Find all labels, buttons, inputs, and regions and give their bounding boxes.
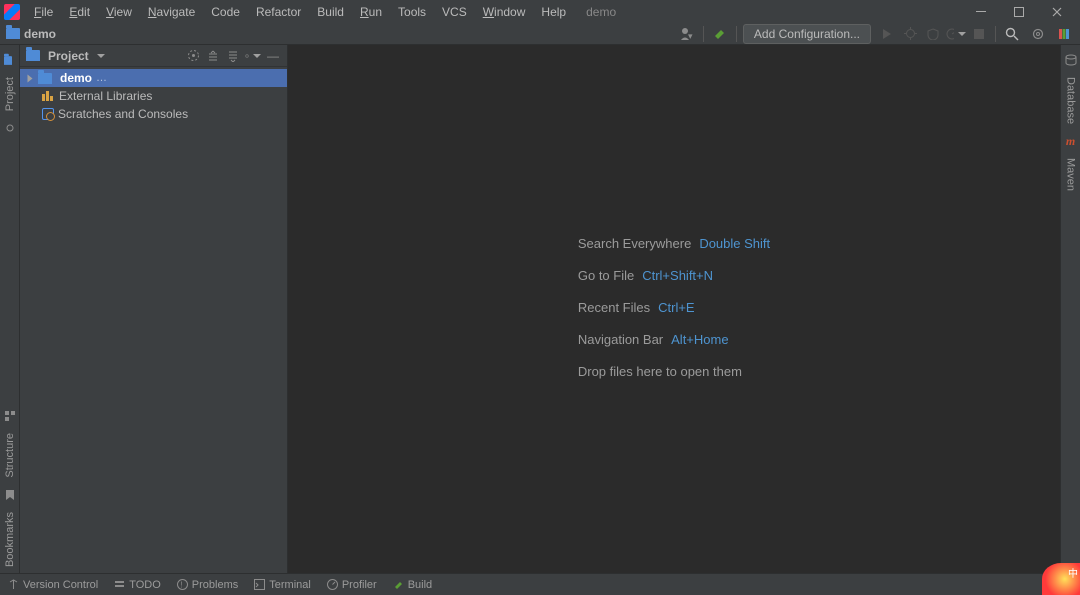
hint-recent-shortcut: Ctrl+E <box>658 300 694 315</box>
left-tool-project[interactable]: Project <box>4 71 16 117</box>
structure-tab-icon[interactable] <box>3 409 17 423</box>
profiler-run-icon[interactable] <box>946 24 966 44</box>
add-configuration-dropdown[interactable]: Add Configuration... <box>743 24 871 44</box>
hint-nav-label: Navigation Bar <box>578 332 663 347</box>
run-icon[interactable] <box>877 24 897 44</box>
left-tool-structure[interactable]: Structure <box>4 427 16 484</box>
menu-file[interactable]: File <box>26 2 61 22</box>
todo-label: TODO <box>129 579 161 591</box>
maven-tab-icon[interactable]: m <box>1064 134 1078 148</box>
left-tool-bookmarks[interactable]: Bookmarks <box>4 506 16 573</box>
menu-window[interactable]: Window <box>475 2 534 22</box>
right-tool-database[interactable]: Database <box>1065 71 1077 130</box>
scratches-icon <box>42 108 54 120</box>
bottom-tool-build[interactable]: Build <box>393 579 432 591</box>
problems-label: Problems <box>192 579 238 591</box>
welcome-hints: Search Everywhere Double Shift Go to File… <box>578 229 770 389</box>
svg-text:▾: ▾ <box>688 31 693 41</box>
folder-icon <box>6 28 20 39</box>
breadcrumb-project[interactable]: demo <box>24 27 56 41</box>
window-minimize-button[interactable] <box>962 0 1000 23</box>
tree-scratches[interactable]: Scratches and Consoles <box>20 105 287 123</box>
ide-help-icon[interactable] <box>1054 24 1074 44</box>
project-window-title: Project <box>48 49 89 63</box>
hide-tool-icon[interactable]: — <box>265 48 281 64</box>
database-tab-icon[interactable] <box>1064 53 1078 67</box>
menu-help[interactable]: Help <box>533 2 574 22</box>
menu-run[interactable]: Run <box>352 2 390 22</box>
hint-recent-label: Recent Files <box>578 300 650 315</box>
menu-tools[interactable]: Tools <box>390 2 434 22</box>
hint-goto-label: Go to File <box>578 268 634 283</box>
libraries-icon <box>42 91 55 101</box>
menu-edit[interactable]: Edit <box>61 2 98 22</box>
right-tool-maven[interactable]: Maven <box>1065 152 1077 197</box>
coverage-icon[interactable] <box>923 24 943 44</box>
menu-build[interactable]: Build <box>309 2 352 22</box>
menu-navigate[interactable]: Navigate <box>140 2 203 22</box>
tree-external-libs-label: External Libraries <box>59 89 152 103</box>
expand-all-icon[interactable] <box>205 48 221 64</box>
menu-refactor[interactable]: Refactor <box>248 2 309 22</box>
terminal-label: Terminal <box>269 579 311 591</box>
commit-tab-icon[interactable] <box>3 121 17 135</box>
collapse-all-icon[interactable] <box>225 48 241 64</box>
build-label: Build <box>408 579 432 591</box>
bottom-tool-vcs[interactable]: Version Control <box>8 579 98 591</box>
menu-code[interactable]: Code <box>203 2 248 22</box>
divider <box>703 26 704 42</box>
window-maximize-button[interactable] <box>1000 0 1038 23</box>
tree-root[interactable]: demo … <box>20 69 287 87</box>
ime-badge-icon[interactable]: 中 <box>1042 563 1080 595</box>
user-icon[interactable]: ▾ <box>677 24 697 44</box>
tree-external-libs[interactable]: External Libraries <box>20 87 287 105</box>
tree-root-label: demo <box>60 71 92 85</box>
hint-goto-shortcut: Ctrl+Shift+N <box>642 268 713 283</box>
hammer-icon[interactable] <box>710 24 730 44</box>
app-logo-icon <box>4 4 20 20</box>
vcs-label: Version Control <box>23 579 98 591</box>
search-icon[interactable] <box>1002 24 1022 44</box>
project-window-icon <box>26 50 40 61</box>
menu-view[interactable]: View <box>98 2 140 22</box>
stop-icon[interactable] <box>969 24 989 44</box>
bookmarks-tab-icon[interactable] <box>3 488 17 502</box>
project-view-dropdown-icon[interactable] <box>97 54 105 58</box>
hint-search-label: Search Everywhere <box>578 236 691 251</box>
main-menu: File Edit View Navigate Code Refactor Bu… <box>26 2 574 22</box>
bottom-tool-terminal[interactable]: Terminal <box>254 579 311 591</box>
hint-drop-label: Drop files here to open them <box>578 364 742 379</box>
svg-text:!: ! <box>180 581 182 590</box>
divider <box>736 26 737 42</box>
tree-root-path: … <box>96 72 107 84</box>
editor-placeholder[interactable]: Search Everywhere Double Shift Go to File… <box>288 45 1060 573</box>
project-tab-icon[interactable] <box>3 53 17 67</box>
hint-search-shortcut: Double Shift <box>699 236 770 251</box>
profiler-label: Profiler <box>342 579 377 591</box>
locate-icon[interactable] <box>185 48 201 64</box>
folder-icon <box>38 73 52 84</box>
bottom-tool-problems[interactable]: ! Problems <box>177 579 238 591</box>
project-tree[interactable]: demo … External Libraries Scratches and … <box>20 67 287 573</box>
hint-nav-shortcut: Alt+Home <box>671 332 728 347</box>
divider <box>995 26 996 42</box>
tree-scratches-label: Scratches and Consoles <box>58 107 188 121</box>
window-title: demo <box>586 5 616 19</box>
chevron-right-icon[interactable] <box>28 74 33 82</box>
tool-settings-icon[interactable] <box>245 48 261 64</box>
menu-vcs[interactable]: VCS <box>434 2 475 22</box>
settings-icon[interactable] <box>1028 24 1048 44</box>
debug-icon[interactable] <box>900 24 920 44</box>
bottom-tool-profiler[interactable]: Profiler <box>327 579 377 591</box>
window-close-button[interactable] <box>1038 0 1076 23</box>
bottom-tool-todo[interactable]: TODO <box>114 579 161 591</box>
